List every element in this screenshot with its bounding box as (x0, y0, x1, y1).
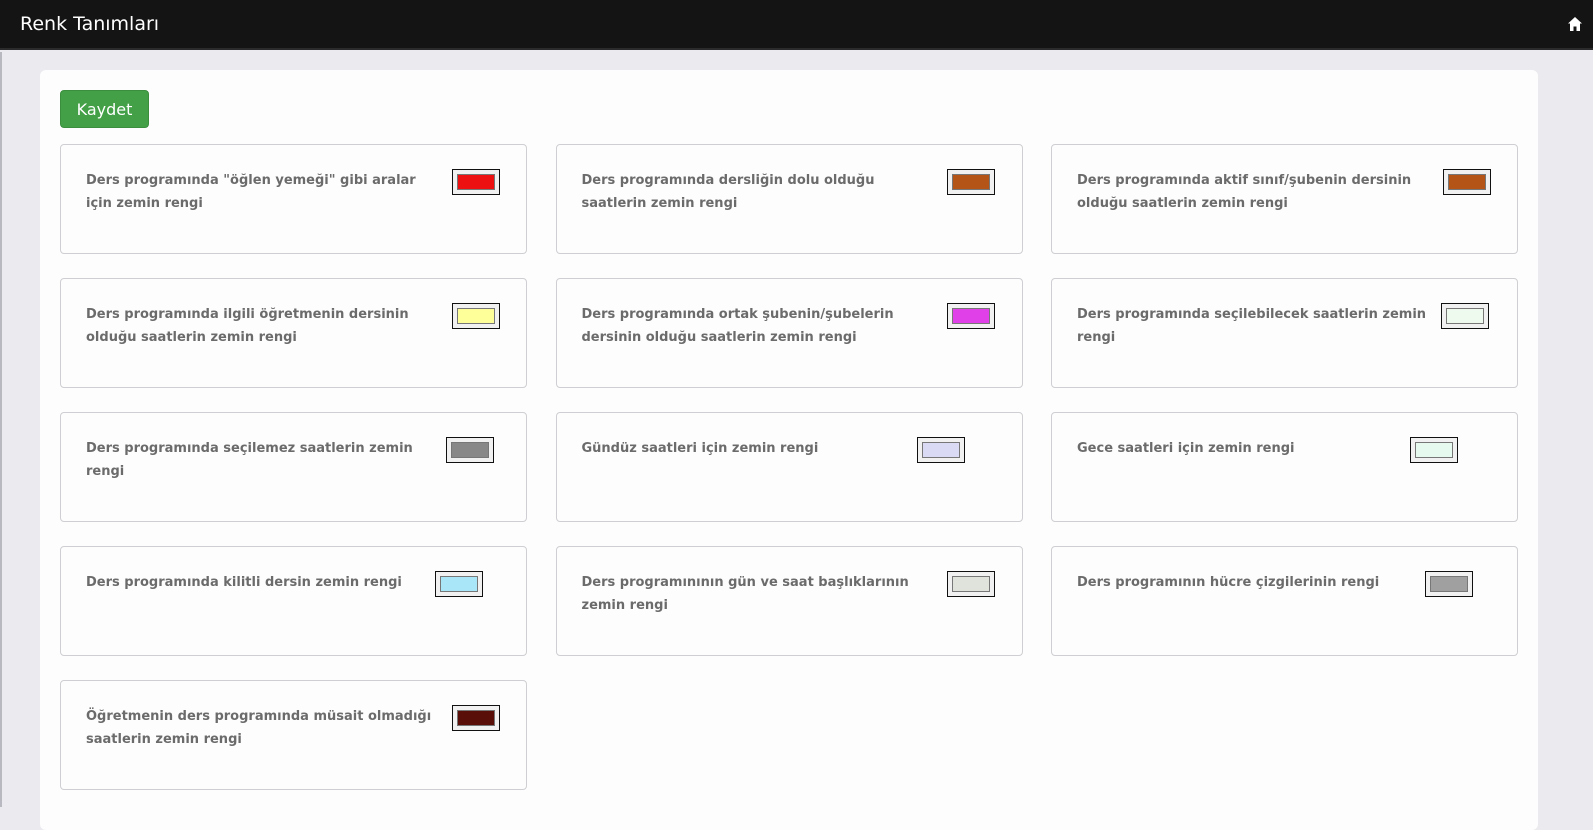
color-swatch (951, 174, 990, 190)
color-swatch (457, 174, 495, 190)
color-swatch (951, 576, 990, 592)
color-setting-label: Ders programında "öğlen yemeği" gibi ara… (86, 173, 416, 211)
main-panel: Kaydet Ders programında "öğlen yemeği" g… (40, 70, 1538, 830)
color-setting-label: Ders programında ortak şubenin/şubelerin… (581, 307, 894, 345)
color-settings-grid: Ders programında "öğlen yemeği" gibi ara… (60, 144, 1518, 790)
color-setting-label: Öğretmenin ders programında müsait olmad… (86, 709, 432, 747)
color-picker[interactable] (452, 303, 500, 329)
save-button[interactable]: Kaydet (60, 90, 149, 128)
color-picker[interactable] (946, 303, 995, 329)
color-picker[interactable] (946, 169, 995, 195)
color-setting-label: Ders programında kilitli dersin zemin re… (86, 575, 402, 590)
color-setting-card: Ders programında "öğlen yemeği" gibi ara… (60, 144, 527, 254)
color-picker[interactable] (1410, 437, 1458, 463)
color-picker[interactable] (446, 437, 494, 463)
color-setting-label: Gündüz saatleri için zemin rengi (581, 441, 819, 456)
left-border (0, 52, 2, 807)
color-setting-card: Öğretmenin ders programında müsait olmad… (60, 680, 527, 790)
color-setting-card: Gündüz saatleri için zemin rengi (555, 412, 1023, 522)
color-swatch (457, 308, 495, 324)
color-setting-label: Ders programında seçilebilecek saatlerin… (1077, 307, 1427, 345)
color-picker[interactable] (435, 571, 483, 597)
color-picker[interactable] (452, 169, 500, 195)
color-swatch (1446, 308, 1484, 324)
color-swatch (451, 442, 489, 458)
top-bar: Renk Tanımları (0, 0, 1593, 50)
color-picker[interactable] (1441, 303, 1489, 329)
color-setting-card: Gece saatleri için zemin rengi (1051, 412, 1518, 522)
color-setting-label: Ders programınının gün ve saat başlıklar… (581, 575, 909, 613)
color-swatch (440, 576, 478, 592)
page-title: Renk Tanımları (20, 13, 160, 35)
color-swatch (951, 308, 990, 324)
color-swatch (921, 442, 960, 458)
color-setting-label: Gece saatleri için zemin rengi (1077, 441, 1295, 456)
color-swatch (1415, 442, 1453, 458)
color-picker[interactable] (1425, 571, 1473, 597)
color-picker[interactable] (1443, 169, 1491, 195)
color-setting-card: Ders programında seçilemez saatlerin zem… (60, 412, 527, 522)
color-setting-card: Ders programınının gün ve saat başlıklar… (555, 546, 1023, 656)
color-swatch (1448, 174, 1486, 190)
color-setting-label: Ders programında aktif sınıf/şubenin der… (1077, 173, 1412, 211)
color-swatch (1430, 576, 1468, 592)
color-setting-label: Ders programında ilgili öğretmenin dersi… (86, 307, 409, 345)
color-setting-label: Ders programında dersliğin dolu olduğu s… (581, 173, 875, 211)
home-icon[interactable] (1567, 16, 1583, 32)
color-setting-card: Ders programının hücre çizgilerinin reng… (1051, 546, 1518, 656)
color-picker[interactable] (946, 571, 995, 597)
color-setting-label: Ders programının hücre çizgilerinin reng… (1077, 575, 1380, 590)
color-setting-label: Ders programında seçilemez saatlerin zem… (86, 441, 413, 479)
color-setting-card: Ders programında ilgili öğretmenin dersi… (60, 278, 527, 388)
color-setting-card: Ders programında dersliğin dolu olduğu s… (555, 144, 1023, 254)
color-setting-card: Ders programında kilitli dersin zemin re… (60, 546, 527, 656)
color-setting-card: Ders programında ortak şubenin/şubelerin… (555, 278, 1023, 388)
color-setting-card: Ders programında seçilebilecek saatlerin… (1051, 278, 1518, 388)
color-picker[interactable] (916, 437, 965, 463)
color-swatch (457, 710, 495, 726)
color-setting-card: Ders programında aktif sınıf/şubenin der… (1051, 144, 1518, 254)
color-picker[interactable] (452, 705, 500, 731)
